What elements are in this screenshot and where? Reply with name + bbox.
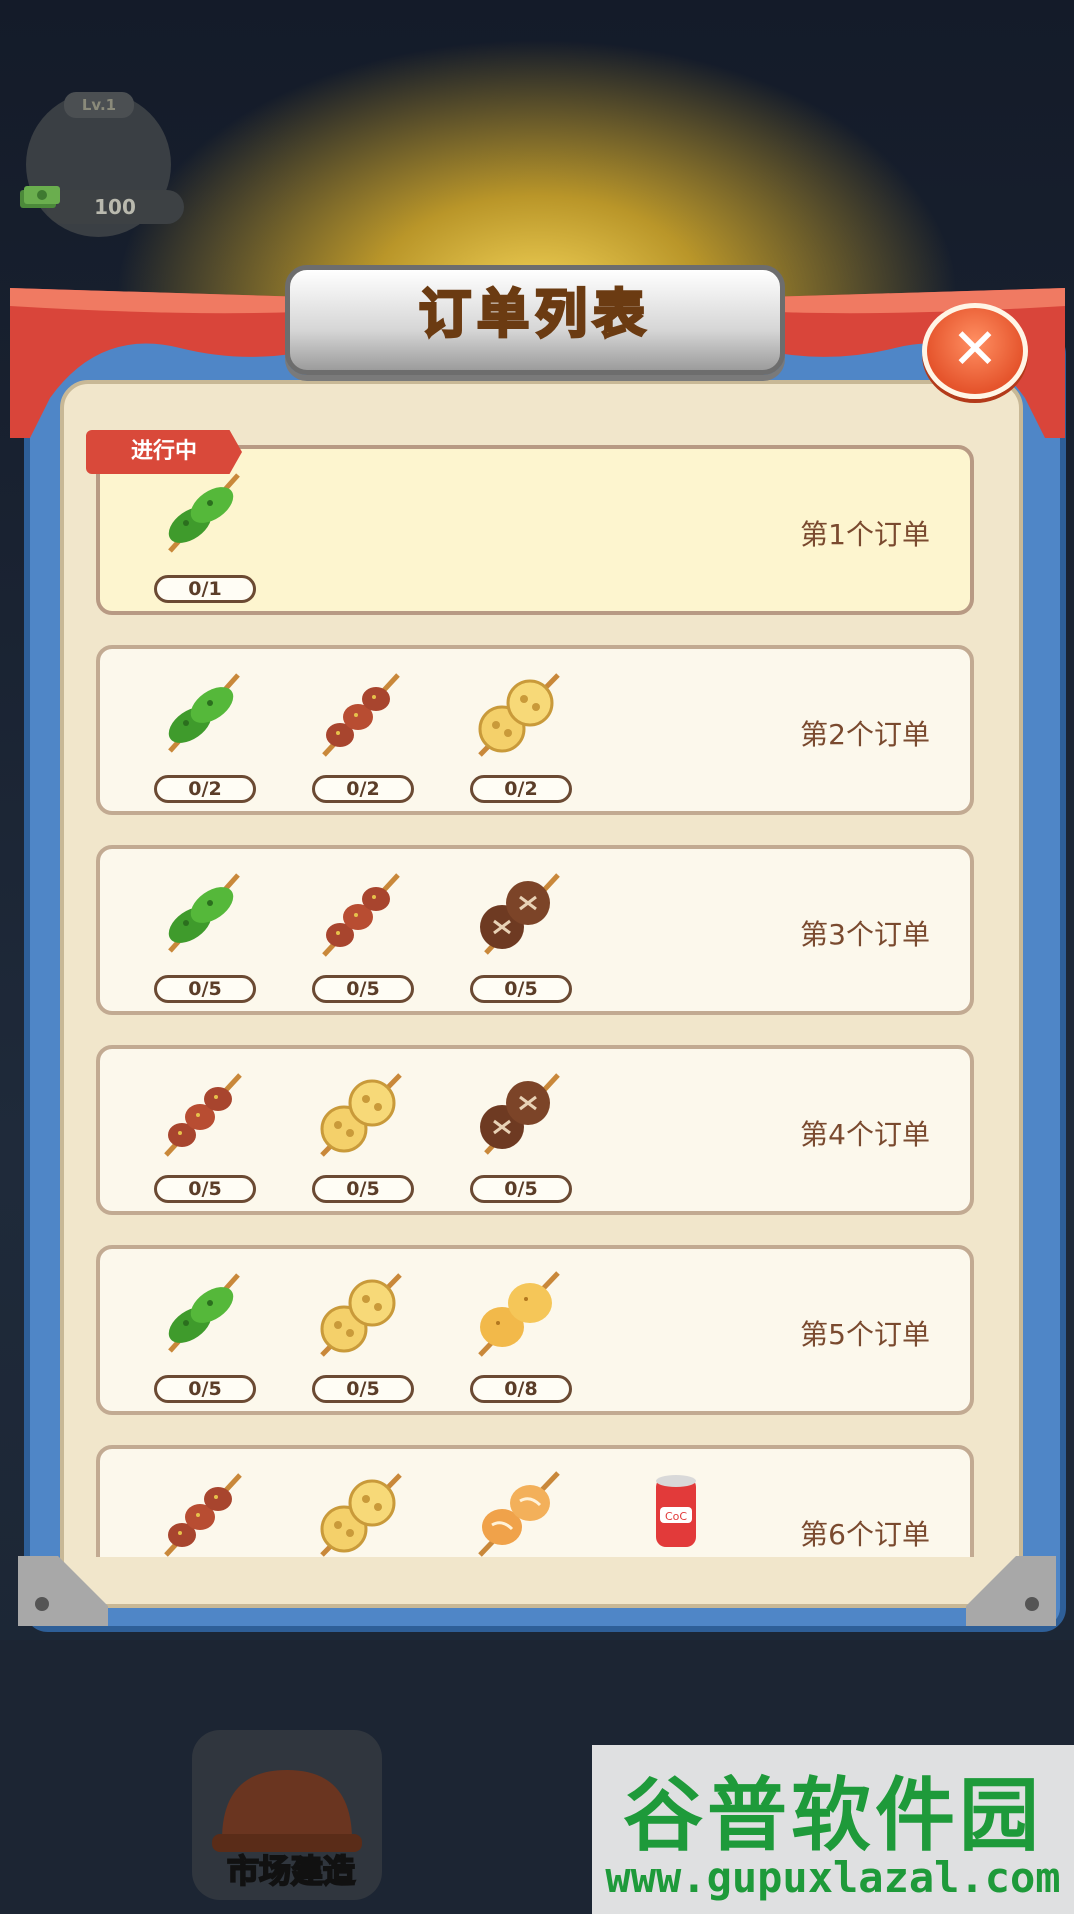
- order-item: 0/5: [456, 863, 576, 1013]
- item-count: 0/5: [312, 1175, 414, 1203]
- frame-corner-left: [18, 1556, 108, 1626]
- frame-corner-right: [966, 1556, 1056, 1626]
- item-count: 0/2: [312, 775, 414, 803]
- watermark-title: 谷普软件园: [623, 1769, 1043, 1862]
- close-button[interactable]: ✕: [922, 303, 1028, 399]
- item-count: 0/5: [312, 1375, 414, 1403]
- green-pepper-skewer-icon: [168, 473, 240, 553]
- cola-can-icon: CoC: [656, 1475, 696, 1547]
- order-item: 0/5: [298, 863, 418, 1013]
- green-pepper-skewer-icon: [168, 1273, 240, 1353]
- order-title: 第3个订单: [800, 918, 930, 951]
- lotus-root-skewer-icon: [320, 1273, 402, 1357]
- order-item: 0/5: [298, 1263, 418, 1413]
- order-title: 第2个订单: [800, 718, 930, 751]
- watermark: 谷普软件园 www.gupuxlazal.com: [592, 1745, 1074, 1914]
- lotus-root-skewer-icon: [320, 1073, 402, 1157]
- order-title: 第6个订单: [800, 1518, 930, 1551]
- market-build-label: 市场建造: [226, 1851, 356, 1891]
- item-count: 0/5: [154, 1175, 256, 1203]
- dialog-title-plate: 订单列表: [285, 265, 785, 375]
- status-tag-in-progress: 进行中: [86, 430, 242, 474]
- order-item: 0/1: [140, 463, 260, 613]
- order-title: 第5个订单: [800, 1318, 930, 1351]
- potato-skewer-icon: [478, 1271, 560, 1357]
- order-item: 0/2: [298, 663, 418, 813]
- close-icon: ✕: [951, 317, 999, 382]
- item-count: 0/5: [154, 975, 256, 1003]
- order-card[interactable]: 0/5 0/5 0/5 第4个订单: [96, 1045, 974, 1215]
- order-list[interactable]: 0/1 第1个订单 0/2 0/2 0/2 第2个订单 0/5 0/5 0/5 第3个订单 0/5 0…: [96, 445, 978, 1557]
- order-item: 0/5: [140, 863, 260, 1013]
- order-item: [456, 1463, 576, 1557]
- order-card[interactable]: 0/5 0/5 0/5 第3个订单: [96, 845, 974, 1015]
- cash-icon: [20, 186, 60, 208]
- svg-text:CoC: CoC: [665, 1510, 687, 1523]
- order-item: [298, 1463, 418, 1557]
- order-card[interactable]: CoC 第6个订单: [96, 1445, 974, 1557]
- order-item: CoC: [614, 1463, 734, 1557]
- order-item: 0/2: [140, 663, 260, 813]
- item-count: 0/5: [470, 975, 572, 1003]
- item-count: 0/2: [154, 775, 256, 803]
- item-count: 0/5: [312, 975, 414, 1003]
- item-count: 0/2: [470, 775, 572, 803]
- order-item: 0/5: [140, 1063, 260, 1213]
- lotus-root-skewer-icon: [478, 673, 560, 757]
- mushroom-skewer-icon: [480, 1073, 560, 1155]
- item-count: 0/1: [154, 575, 256, 603]
- player-hud[interactable]: Lv.1 100: [20, 92, 184, 237]
- order-card[interactable]: 0/2 0/2 0/2 第2个订单: [96, 645, 974, 815]
- green-pepper-skewer-icon: [168, 873, 240, 953]
- watermark-url: www.gupuxlazal.com: [605, 1853, 1061, 1902]
- green-pepper-skewer-icon: [168, 673, 240, 753]
- dialog-title: 订单列表: [417, 284, 651, 347]
- order-card[interactable]: 0/5 0/5 0/8 第5个订单: [96, 1245, 974, 1415]
- meat-skewer-icon: [164, 1473, 242, 1557]
- mushroom-skewer-icon: [480, 873, 560, 955]
- meat-skewer-icon: [164, 1073, 242, 1157]
- order-item: 0/5: [140, 1263, 260, 1413]
- level-badge: Lv.1: [64, 92, 134, 118]
- order-title: 第1个订单: [800, 518, 930, 551]
- order-item: 0/5: [298, 1063, 418, 1213]
- meat-skewer-icon: [322, 873, 400, 957]
- bun-skewer-icon: [478, 1471, 560, 1557]
- order-item: [140, 1463, 260, 1557]
- order-item: 0/5: [456, 1063, 576, 1213]
- order-title: 第4个订单: [800, 1118, 930, 1151]
- meat-skewer-icon: [322, 673, 400, 757]
- order-item: 0/2: [456, 663, 576, 813]
- lotus-root-skewer-icon: [320, 1473, 402, 1557]
- item-count: 0/8: [470, 1375, 572, 1403]
- money-counter: 100: [46, 190, 184, 224]
- item-count: 0/5: [154, 1375, 256, 1403]
- hard-hat-icon: [212, 1770, 362, 1852]
- item-count: 0/5: [470, 1175, 572, 1203]
- order-item: 0/8: [456, 1263, 576, 1413]
